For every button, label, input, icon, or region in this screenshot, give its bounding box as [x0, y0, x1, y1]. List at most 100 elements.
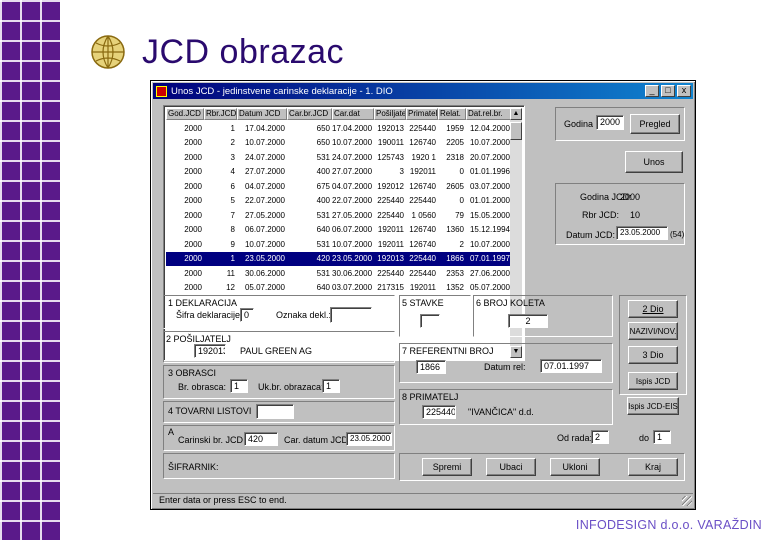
unos-button[interactable]: Unos — [625, 151, 683, 173]
table-row[interactable]: 2000 11 30.06.2000 531 30.06.2000 225440 22544… — [166, 266, 512, 281]
table-cell: 2 — [230, 138, 235, 148]
column-header[interactable]: Dat.rel.br. — [466, 108, 512, 120]
ukloni-button[interactable]: Ukloni — [550, 458, 600, 476]
primatelj-code-input[interactable]: 225440 — [422, 405, 456, 419]
table-cell: 10.07.2000 — [469, 138, 510, 148]
do-input[interactable]: 1 — [653, 430, 671, 444]
stavke-input[interactable] — [420, 314, 440, 328]
table-cell: 531 — [316, 268, 330, 278]
table-cell: 04.07.2000 — [244, 181, 285, 191]
column-header[interactable]: Car.dat — [332, 108, 374, 120]
table-row[interactable]: 2000 12 05.07.2000 640 03.07.2000 217315 19201… — [166, 281, 512, 296]
table-row[interactable]: 2000 3 24.07.2000 531 24.07.2000 125743 1920 1… — [166, 150, 512, 165]
datum-rel-input[interactable]: 07.01.1997 — [540, 359, 602, 373]
posiljatelj-code-input[interactable]: 192013 — [194, 344, 226, 358]
ispis-jcd-eis-button[interactable]: Ispis JCD-EIS — [627, 397, 679, 415]
datum-rel-label: Datum rel: — [484, 362, 526, 372]
table-row[interactable]: 2000 8 06.07.2000 640 06.07.2000 192011 126740… — [166, 223, 512, 238]
referentni-input[interactable]: 1866 — [416, 360, 446, 374]
jcd-window: Unos JCD - jedinstvene carinske deklarac… — [150, 80, 696, 510]
table-row[interactable]: 2000 9 10.07.2000 531 10.07.2000 192011 126740… — [166, 237, 512, 252]
column-header[interactable]: Car.br.JCD — [287, 108, 332, 120]
table-cell: 07.01.1997 — [469, 254, 510, 264]
column-header[interactable]: Relat. — [438, 108, 466, 120]
carinski-broj-label: Carinski br. JCD — [178, 435, 244, 445]
carinski-broj-input[interactable]: 420 — [244, 432, 278, 446]
column-header[interactable]: God.JCD — [166, 108, 204, 120]
obrasci-title: 3 OBRASCI — [168, 368, 217, 378]
table-cell: 217315 — [377, 283, 404, 293]
table-row[interactable]: 2000 4 27.07.2000 400 27.07.2000 3 192011 0 01.0… — [166, 165, 512, 180]
maximize-button[interactable]: □ — [661, 85, 675, 97]
table-cell: 675 — [316, 181, 330, 191]
godina-input[interactable]: 2000 — [596, 115, 624, 130]
table-cell: 192011 — [409, 283, 436, 293]
table-cell: 04.07.2000 — [332, 181, 373, 191]
table-cell: 1 0560 — [411, 210, 436, 220]
table-row[interactable]: 2000 2 10.07.2000 650 10.07.2000 190011 126740… — [166, 136, 512, 151]
table-cell: 192013 — [377, 123, 404, 133]
od-rada-input[interactable]: 2 — [591, 430, 609, 444]
table-cell: 2000 — [184, 268, 202, 278]
sifra-input[interactable]: 0 — [240, 308, 254, 322]
ubaci-button[interactable]: Ubaci — [486, 458, 536, 476]
table-row[interactable]: 2000 5 22.07.2000 400 22.07.2000 225440 225440… — [166, 194, 512, 209]
table-cell: 5 — [230, 196, 235, 206]
table-cell: 7 — [230, 210, 235, 220]
primatelj-title: 8 PRIMATELJ — [402, 392, 459, 402]
table-cell: 30.06.2000 — [244, 268, 285, 278]
table-cell: 2 — [459, 239, 464, 249]
table-cell: 1866 — [446, 254, 464, 264]
tovarni-input[interactable] — [256, 404, 294, 419]
table-cell: 03.07.2000 — [469, 181, 510, 191]
table-row[interactable]: 2000 7 27.05.2000 531 27.05.2000 225440 1 0560… — [166, 208, 512, 223]
column-header[interactable]: Primatelj — [406, 108, 438, 120]
table-cell: 126740 — [409, 239, 436, 249]
oznaka-input[interactable] — [330, 307, 372, 323]
close-button[interactable]: x — [677, 85, 691, 97]
table-cell: 4 — [230, 167, 235, 177]
sifra-label: Šifra deklaracije: — [176, 310, 243, 320]
table-cell: 2000 — [184, 181, 202, 191]
scroll-up-icon[interactable]: ▲ — [510, 108, 522, 120]
column-header[interactable]: Rbr.JCD — [204, 108, 237, 120]
window-titlebar[interactable]: Unos JCD - jedinstvene carinske deklarac… — [153, 83, 693, 99]
column-header[interactable]: Datum JCD — [237, 108, 287, 120]
globe-bullet-icon — [91, 35, 125, 69]
table-cell: 640 — [316, 225, 330, 235]
status-text: Enter data or press ESC to end. — [159, 495, 287, 505]
broj-obrasca-input[interactable]: 1 — [230, 379, 248, 393]
table-cell: 420 — [316, 254, 330, 264]
table-row-selected[interactable]: 2000 1 23.05.2000 420 23.05.2000 192013 225440… — [165, 250, 513, 267]
oznaka-label: Oznaka dekl.: — [276, 310, 332, 320]
table-cell: 06.07.2000 — [332, 225, 373, 235]
window-title: Unos JCD - jedinstvene carinske deklarac… — [171, 85, 393, 97]
deklaracija-title: 1 DEKLARACIJA — [168, 298, 238, 308]
kraj-button[interactable]: Kraj — [628, 458, 678, 476]
scroll-thumb[interactable] — [510, 122, 522, 140]
table-row[interactable]: 2000 6 04.07.2000 675 04.07.2000 192012 126740… — [166, 179, 512, 194]
spremi-button[interactable]: Spremi — [422, 458, 472, 476]
dio2-button[interactable]: 2 Dio — [628, 300, 678, 318]
pregled-button[interactable]: Pregled — [630, 114, 680, 134]
table-cell: 11 — [226, 268, 235, 278]
dio3-button[interactable]: 3 Dio — [628, 346, 678, 364]
column-header[interactable]: Pošiljatelj — [374, 108, 406, 120]
table-row[interactable]: 2000 1 17.04.2000 650 17.04.2000 192013 225440… — [166, 121, 512, 136]
table-cell: 30.06.2000 — [332, 268, 373, 278]
minimize-button[interactable]: _ — [645, 85, 659, 97]
nazivi-button[interactable]: NAZIVI/NOV. — [628, 322, 678, 340]
table-cell: 2000 — [184, 196, 202, 206]
koleta-input[interactable]: 2 — [508, 314, 548, 328]
resize-grip-icon[interactable] — [682, 496, 692, 506]
ispis-jcd-button[interactable]: Ispis JCD — [628, 372, 678, 390]
table-cell: 225440 — [409, 123, 436, 133]
table-cell: 3 — [399, 167, 404, 177]
table-cell: 225440 — [409, 268, 436, 278]
table-cell: 190011 — [377, 138, 404, 148]
uk-obrazaca-input[interactable]: 1 — [322, 379, 340, 393]
car-datum-input[interactable]: 23.05.2000 — [346, 432, 392, 446]
sifrarnik-panel: ŠIFRARNIK: — [163, 453, 395, 479]
table-cell: 225440 — [409, 254, 436, 264]
table-cell: 192011 — [409, 167, 436, 177]
